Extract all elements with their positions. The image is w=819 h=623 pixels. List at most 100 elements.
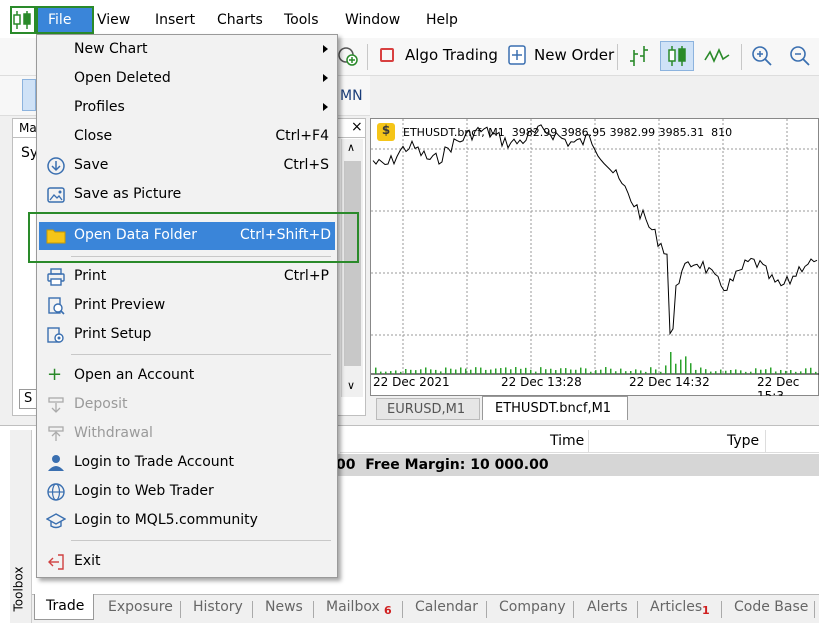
menu-view[interactable]: View bbox=[97, 12, 130, 28]
volume-bar bbox=[595, 370, 597, 374]
chart-add-icon[interactable] bbox=[336, 42, 360, 68]
tab-exposure[interactable]: Exposure bbox=[108, 599, 173, 615]
menu-item-label: Open an Account bbox=[74, 367, 195, 383]
volume-bar bbox=[470, 369, 472, 374]
volume-bar bbox=[655, 369, 657, 374]
volume-bar bbox=[580, 367, 582, 374]
close-icon[interactable]: × bbox=[351, 119, 363, 135]
scroll-down-icon[interactable]: ∨ bbox=[347, 379, 355, 392]
zoom-in-icon[interactable] bbox=[750, 44, 774, 68]
tab-eurusd[interactable]: EURUSD,M1 bbox=[376, 398, 480, 420]
tab-alerts[interactable]: Alerts bbox=[587, 599, 628, 615]
tab-news[interactable]: News bbox=[265, 599, 303, 615]
tab-separator bbox=[402, 601, 403, 618]
withdrawal-icon bbox=[46, 424, 66, 444]
volume-bar bbox=[605, 367, 607, 374]
articles-badge: 1 bbox=[702, 604, 710, 617]
menu-window[interactable]: Window bbox=[345, 12, 400, 28]
volume-bar bbox=[375, 367, 377, 374]
tab-history[interactable]: History bbox=[193, 599, 243, 615]
tab-trade[interactable]: Trade bbox=[34, 594, 94, 620]
menu-item-save[interactable]: Save Ctrl+S bbox=[37, 153, 337, 179]
tab-company[interactable]: Company bbox=[499, 599, 566, 615]
menu-item-close[interactable]: Close Ctrl+F4 bbox=[37, 124, 337, 150]
menu-item-print[interactable]: Print Ctrl+P bbox=[37, 264, 337, 290]
menu-item-print-setup[interactable]: Print Setup bbox=[37, 322, 337, 348]
volume-bar bbox=[730, 369, 732, 374]
tab-separator bbox=[573, 601, 574, 618]
menu-item-login-mql5[interactable]: Login to MQL5.community bbox=[37, 508, 337, 534]
volume-bar bbox=[545, 369, 547, 374]
volume-bar bbox=[590, 371, 592, 374]
tab-ethusdt[interactable]: ETHUSDT.bncf,M1 bbox=[482, 396, 628, 420]
timeframe-m1-button[interactable] bbox=[22, 79, 36, 111]
tab-code-base[interactable]: Code Base bbox=[734, 599, 808, 615]
menu-file[interactable]: File bbox=[36, 6, 94, 34]
column-time[interactable]: Time bbox=[550, 433, 584, 449]
scrollbar-thumb[interactable] bbox=[344, 161, 361, 366]
menu-charts[interactable]: Charts bbox=[217, 12, 263, 28]
line-chart-icon[interactable] bbox=[704, 46, 730, 66]
volume-bar bbox=[675, 363, 677, 374]
menu-tools[interactable]: Tools bbox=[284, 12, 319, 28]
menu-help[interactable]: Help bbox=[426, 12, 458, 28]
tab-label: Trade bbox=[46, 598, 85, 614]
menu-item-login-trade-account[interactable]: Login to Trade Account bbox=[37, 450, 337, 476]
balance-row: 00 Free Margin: 10 000.00 bbox=[336, 454, 819, 476]
menu-item-print-preview[interactable]: Print Preview bbox=[37, 293, 337, 319]
zoom-out-icon[interactable] bbox=[788, 44, 812, 68]
tab-mailbox[interactable]: Mailbox bbox=[326, 599, 380, 615]
volume-bar bbox=[725, 370, 727, 374]
menu-item-label: Save bbox=[74, 157, 109, 173]
menu-item-label: Open Deleted bbox=[74, 70, 171, 86]
volume-bar bbox=[740, 370, 742, 374]
price-chart[interactable]: $ ETHUSDT.bncf, M1 3982.99 3986.95 3982.… bbox=[370, 118, 819, 403]
menu-item-open-deleted[interactable]: Open Deleted bbox=[37, 66, 337, 92]
market-watch-title: Ma bbox=[19, 121, 37, 135]
volume-bar bbox=[380, 371, 382, 374]
volume-bar bbox=[425, 367, 427, 374]
volume-bar bbox=[620, 368, 622, 374]
menu-item-new-chart[interactable]: New Chart bbox=[37, 37, 337, 63]
volume-bar bbox=[480, 367, 482, 374]
algo-trading-button[interactable]: Algo Trading bbox=[405, 46, 498, 64]
scrollbar[interactable]: ∧ ∨ bbox=[341, 139, 363, 397]
tab-separator bbox=[721, 601, 722, 618]
menu-item-profiles[interactable]: Profiles bbox=[37, 95, 337, 121]
bar-chart-icon[interactable] bbox=[628, 44, 650, 68]
tab-calendar[interactable]: Calendar bbox=[415, 599, 478, 615]
new-order-icon[interactable] bbox=[508, 45, 526, 65]
menu-item-save-as-picture[interactable]: Save as Picture bbox=[37, 182, 337, 208]
app-logo-icon[interactable] bbox=[10, 6, 36, 34]
menu-item-label: New Chart bbox=[74, 41, 148, 57]
volume-bar bbox=[385, 371, 387, 374]
volume-bar bbox=[430, 369, 432, 374]
menu-item-exit[interactable]: Exit bbox=[37, 549, 337, 575]
algo-trading-icon[interactable] bbox=[380, 48, 394, 62]
new-order-button[interactable]: New Order bbox=[534, 46, 614, 64]
volume-bar bbox=[815, 371, 817, 374]
expert-dollar-icon[interactable]: $ bbox=[377, 123, 395, 141]
menu-item-login-web-trader[interactable]: Login to Web Trader bbox=[37, 479, 337, 505]
menu-item-label: Login to Web Trader bbox=[74, 483, 214, 499]
volume-bar bbox=[445, 367, 447, 374]
scroll-up-icon[interactable]: ∧ bbox=[347, 141, 355, 154]
time-label: 22 Dec 13:28 bbox=[501, 375, 582, 389]
tab-articles[interactable]: Articles bbox=[650, 599, 702, 615]
column-divider bbox=[588, 430, 589, 452]
menu-item-withdrawal[interactable]: Withdrawal bbox=[37, 421, 337, 447]
tab-separator bbox=[180, 601, 181, 618]
timeframe-mn-button[interactable]: MN bbox=[340, 88, 363, 104]
menu-item-open-account[interactable]: + Open an Account bbox=[37, 363, 337, 389]
menu-insert[interactable]: Insert bbox=[155, 12, 195, 28]
picture-icon bbox=[46, 185, 66, 205]
menu-item-label: Print Setup bbox=[74, 326, 152, 342]
volume-bar bbox=[650, 367, 652, 374]
column-type[interactable]: Type bbox=[727, 433, 759, 449]
candlestick-chart-icon[interactable] bbox=[660, 41, 694, 71]
menu-item-deposit[interactable]: Deposit bbox=[37, 392, 337, 418]
volume-bar bbox=[415, 370, 417, 374]
volume-bar bbox=[555, 370, 557, 374]
volume-bar bbox=[600, 369, 602, 374]
volume-bar bbox=[465, 368, 467, 374]
